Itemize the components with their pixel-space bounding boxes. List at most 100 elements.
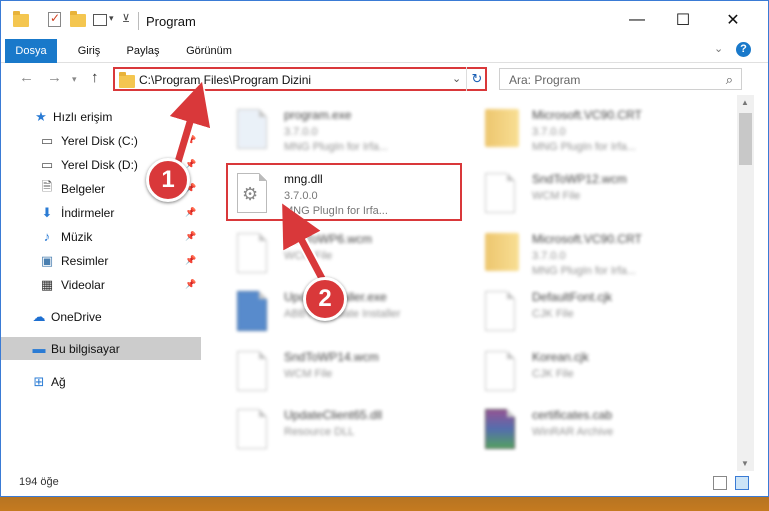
file-name: program.exe: [284, 108, 352, 122]
tab-view[interactable]: Görünüm: [177, 39, 241, 63]
file-name: Korean.cjk: [532, 350, 589, 364]
expand-ribbon-icon[interactable]: ⌄: [714, 42, 723, 55]
documents-icon: 🗎: [41, 178, 53, 194]
sidebar-item-label: Bu bilgisayar: [51, 341, 120, 356]
file-detail: CJK File: [532, 308, 574, 320]
sidebar-item-onedrive[interactable]: ☁ OneDrive: [1, 305, 201, 328]
sidebar-item-downloads[interactable]: ⬇ İndirmeler 📌: [1, 201, 201, 224]
drive-icon: ▭: [40, 156, 54, 172]
sidebar-item-label: Yerel Disk (D:): [61, 157, 138, 172]
file-name: Microsoft.VC90.CRT: [532, 108, 642, 122]
folder-icon: [485, 109, 521, 153]
list-item[interactable]: Microsoft.VC90.CRT 3.7.0.0 MNG PlugIn fo…: [459, 225, 699, 283]
details-view-icon[interactable]: [713, 476, 727, 490]
status-bar: 194 öğe: [1, 471, 768, 496]
sidebar-item-label: Müzik: [61, 229, 93, 244]
file-detail: 3.7.0.0: [284, 126, 318, 138]
list-item[interactable]: SndToWP14.wcm WCM File: [211, 343, 451, 401]
file-name: SndToWP12.wcm: [532, 172, 627, 186]
document-icon: [485, 291, 521, 335]
vertical-scrollbar[interactable]: ▲ ▼: [737, 95, 754, 471]
search-placeholder[interactable]: Ara: Program: [509, 73, 580, 87]
pin-icon[interactable]: 📌: [185, 135, 196, 146]
scroll-thumb[interactable]: [739, 113, 752, 165]
file-detail: WCM File: [284, 250, 333, 262]
download-icon: ⬇: [41, 204, 53, 220]
list-item[interactable]: certificates.cab WinRAR Archive: [459, 401, 699, 459]
sidebar-item-label: İndirmeler: [61, 205, 115, 220]
search-box[interactable]: Ara: Program ⌕: [499, 68, 742, 90]
properties-icon[interactable]: [48, 11, 64, 28]
tab-file[interactable]: Dosya: [5, 39, 57, 63]
sidebar-item-label: Belgeler: [61, 181, 106, 196]
tab-share[interactable]: Paylaş: [119, 39, 167, 63]
file-detail: CJK File: [532, 368, 574, 380]
view-menu-icon[interactable]: [93, 14, 107, 26]
file-description: MNG PlugIn for Irfa...: [532, 265, 636, 277]
address-bar[interactable]: C:\Program Files\Program Dizini ⌄ ↻: [113, 67, 487, 91]
dll-gear-icon: [237, 409, 273, 453]
close-button[interactable]: ✕: [710, 5, 756, 35]
chevron-down-icon[interactable]: ⌄: [452, 72, 461, 85]
document-icon: [237, 351, 273, 395]
sidebar-item-label: Yerel Disk (C:): [61, 133, 138, 148]
sidebar-item-videos[interactable]: ▦ Videolar 📌: [1, 273, 201, 296]
address-path[interactable]: C:\Program Files\Program Dizini: [139, 73, 311, 87]
title-bar: ▾ ⊻ Program — ☐ ✕: [1, 1, 768, 39]
step-one-badge: 1: [146, 158, 190, 202]
pin-icon[interactable]: 📌: [185, 231, 196, 242]
sidebar-item-pictures[interactable]: ▣ Resimler 📌: [1, 249, 201, 272]
tiles-view-icon[interactable]: [735, 476, 749, 490]
sidebar-item-label: Resimler: [61, 253, 109, 268]
step-two-badge: 2: [303, 277, 347, 321]
toolbar-divider: [138, 12, 139, 30]
pin-icon[interactable]: 📌: [185, 279, 196, 290]
file-name: UpdateClient65.dll: [284, 408, 383, 422]
customize-toolbar-icon[interactable]: ⊻: [122, 12, 138, 28]
sidebar-item-label: OneDrive: [51, 309, 102, 324]
explorer-window: ▾ ⊻ Program — ☐ ✕ Dosya Giriş Paylaş Gör…: [0, 0, 769, 497]
folder-icon: [485, 233, 521, 277]
list-item[interactable]: Korean.cjk CJK File: [459, 343, 699, 401]
sidebar-item-network[interactable]: ⊞ Ağ: [1, 370, 201, 393]
list-item[interactable]: SndToWP6.wcm WCM File: [211, 225, 451, 283]
list-item[interactable]: program.exe 3.7.0.0 MNG PlugIn for Irfa.…: [211, 101, 451, 159]
document-icon: [485, 173, 521, 217]
folder-icon: [13, 11, 29, 28]
sidebar-item-disk-c[interactable]: ▭ Yerel Disk (C:) 📌: [1, 129, 201, 152]
list-item[interactable]: Microsoft.VC90.CRT 3.7.0.0 MNG PlugIn fo…: [459, 101, 699, 159]
scroll-up-icon[interactable]: ▲: [741, 98, 749, 107]
sidebar-item-this-pc[interactable]: ▬ Bu bilgisayar: [1, 337, 201, 360]
refresh-icon[interactable]: ↻: [466, 67, 487, 91]
list-item[interactable]: UpdateClient65.dll Resource DLL: [211, 401, 451, 459]
file-detail: Resource DLL: [284, 426, 355, 438]
tab-home[interactable]: Giriş: [67, 39, 111, 63]
file-detail: 3.7.0.0: [532, 250, 566, 262]
highlight-box: [226, 163, 462, 221]
new-folder-icon[interactable]: [70, 11, 86, 28]
scroll-down-icon[interactable]: ▼: [741, 459, 749, 468]
list-item[interactable]: SndToWP12.wcm WCM File: [459, 165, 699, 223]
computer-icon: ▬: [32, 341, 46, 356]
file-list: program.exe 3.7.0.0 MNG PlugIn for Irfa.…: [201, 95, 737, 471]
file-name: Microsoft.VC90.CRT: [532, 232, 642, 246]
list-item[interactable]: DefaultFont.cjk CJK File: [459, 283, 699, 341]
sidebar-item-music[interactable]: ♪ Müzik 📌: [1, 225, 201, 248]
archive-icon: [485, 409, 521, 453]
maximize-button[interactable]: ☐: [660, 5, 706, 35]
pin-icon[interactable]: 📌: [185, 255, 196, 266]
pin-icon[interactable]: 📌: [185, 207, 196, 218]
drive-icon: ▭: [40, 132, 54, 148]
help-button[interactable]: ?: [736, 42, 751, 57]
back-arrow-icon[interactable]: ←: [19, 69, 34, 86]
up-arrow-icon[interactable]: ↑: [91, 69, 99, 86]
forward-arrow-icon[interactable]: →: [47, 69, 62, 86]
navigation-bar: ← → ▾ ↑ C:\Program Files\Program Dizini …: [1, 63, 768, 95]
file-detail: WCM File: [532, 190, 581, 202]
recent-locations-icon[interactable]: ▾: [72, 74, 77, 85]
minimize-button[interactable]: —: [614, 5, 660, 35]
search-icon[interactable]: ⌕: [726, 72, 733, 88]
window-title: Program: [146, 14, 196, 29]
sidebar-item-quick-access[interactable]: ★ Hızlı erişim: [1, 105, 201, 128]
file-name: certificates.cab: [532, 408, 613, 422]
